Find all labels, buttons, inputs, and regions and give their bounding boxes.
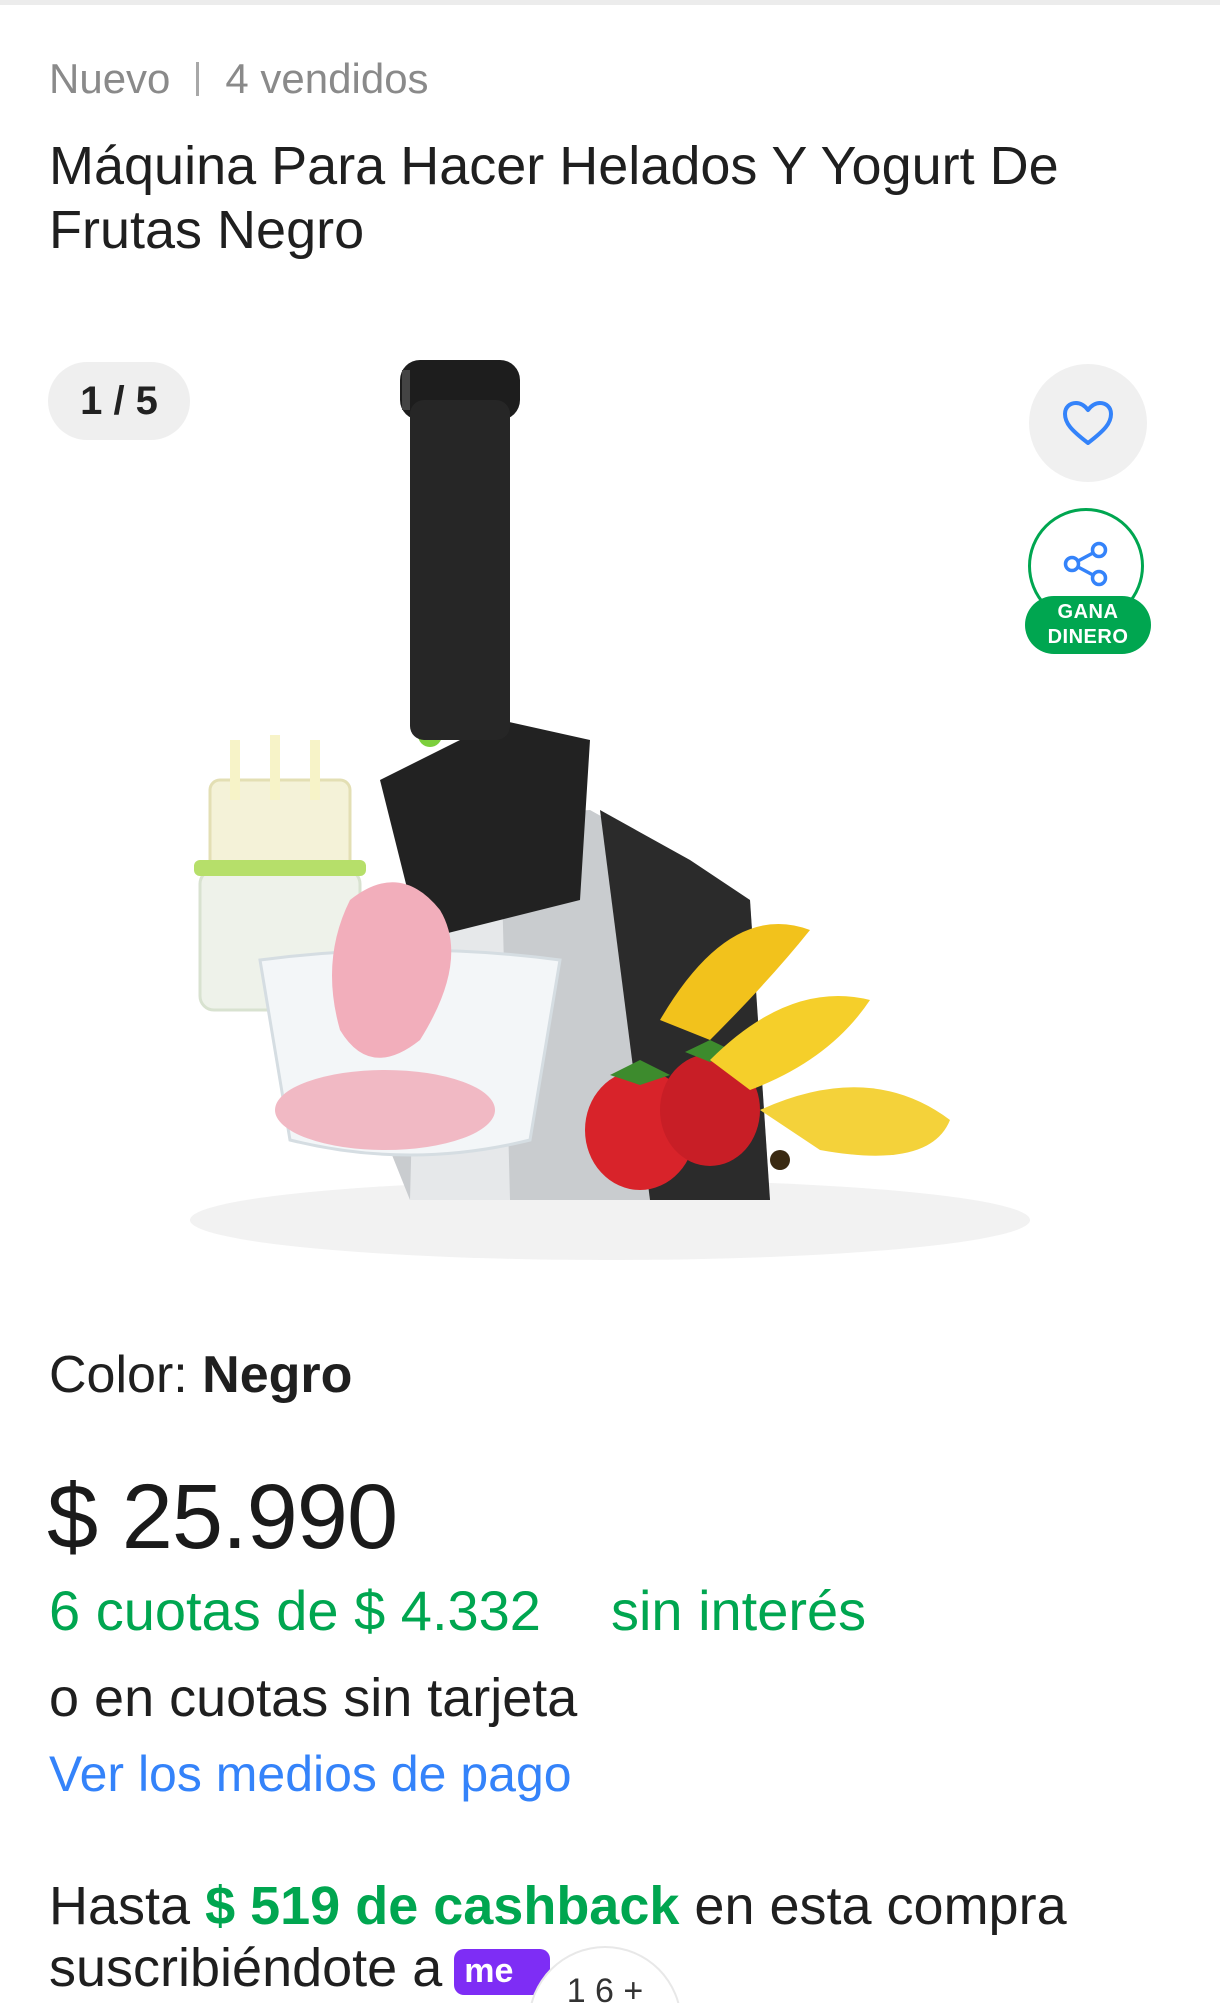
earn-badge-line2: DINERO [1047,626,1129,648]
color-value: Negro [202,1346,353,1404]
heart-outline-icon [1063,401,1113,445]
top-divider [0,0,1220,5]
cashback-suffix: en esta compra [679,1876,1067,1936]
price: $ 25.990 [47,1466,398,1568]
cashback-subscribe-text: suscribiéndote a [49,1938,443,1998]
sold-count: 4 vendidos [225,55,429,102]
cardless-installments: o en cuotas sin tarjeta [49,1668,578,1728]
meli-plus-logo: me [454,1948,551,1995]
cashback-amount: $ 519 de cashback [205,1876,680,1936]
color-selector[interactable]: Color: Negro [49,1345,352,1405]
installments-info: 6 cuotas de $ 4.332 sin interés [49,1578,866,1643]
product-page: Nuevo 4 vendidos Máquina Para Hacer Hela… [0,0,1220,2003]
cashback-prefix: Hasta [49,1876,206,1936]
image-gallery[interactable]: 1 / 5 GANA DINERO [0,340,1220,1260]
overlay-text: 1 6 + [566,1972,644,2003]
favorite-button[interactable] [1029,364,1147,482]
color-label: Color: [49,1346,203,1404]
condition-label: Nuevo [49,55,171,102]
payment-methods-link[interactable]: Ver los medios de pago [49,1745,572,1803]
product-image[interactable] [170,340,1050,1260]
share-icon [1063,541,1108,587]
meta-separator [196,62,200,96]
interest-free-label: sin interés [610,1579,867,1642]
image-counter: 1 / 5 [48,362,190,440]
earn-money-badge: GANA DINERO [1025,596,1151,654]
earn-badge-line1: GANA [1057,601,1119,623]
share-earn-button[interactable]: GANA DINERO [1025,508,1155,668]
product-meta: Nuevo 4 vendidos [49,55,429,103]
installments-amount: 6 cuotas de $ 4.332 [49,1579,541,1642]
product-title: Máquina Para Hacer Helados Y Yogurt De F… [49,136,1059,260]
